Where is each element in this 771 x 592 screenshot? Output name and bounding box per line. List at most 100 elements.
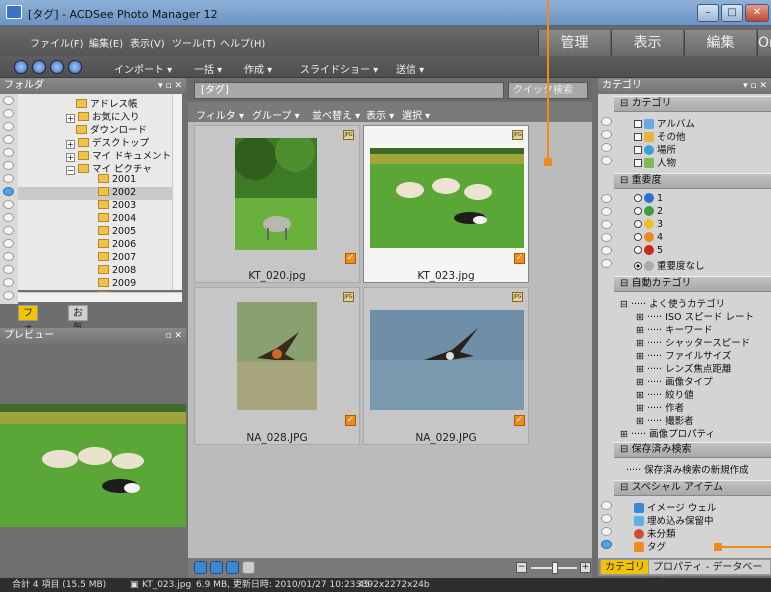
tab-categories[interactable]: カテゴリ	[600, 559, 650, 575]
tab-folders[interactable]: フォルダ	[18, 305, 38, 364]
tree-select-ring-active[interactable]	[3, 187, 14, 196]
auto-iso[interactable]: ⊞ ····· ISO スピード レート	[636, 309, 754, 323]
folder-horizontal-scrollbar[interactable]	[18, 292, 182, 302]
maximize-button[interactable]: □	[721, 4, 743, 22]
tree-select-ring[interactable]	[3, 174, 14, 183]
mode-tab-online[interactable]: Online	[757, 30, 771, 56]
rating-select-ring[interactable]	[601, 246, 612, 255]
tree-select-ring[interactable]	[3, 161, 14, 170]
category-album[interactable]: アルバム	[634, 116, 695, 130]
mode-tab-view[interactable]: 表示	[611, 30, 683, 56]
slideshow-button[interactable]: スライドショー ▾	[300, 61, 378, 76]
folder-panel-controls[interactable]: ▾ ▫ ✕	[158, 78, 182, 94]
tree-select-ring[interactable]	[3, 265, 14, 274]
tab-favorites[interactable]: お気に入り	[68, 305, 88, 379]
section-categories[interactable]: ⊟ カテゴリ	[614, 96, 771, 112]
tree-item-downloads[interactable]: ダウンロード	[76, 122, 147, 136]
rating-none[interactable]: 重要度なし	[634, 258, 705, 272]
import-button[interactable]: インポート ▾	[114, 61, 172, 76]
sort-menu[interactable]: 並べ替え ▾	[312, 107, 360, 122]
category-place[interactable]: 場所	[634, 142, 676, 156]
print-icon[interactable]	[242, 561, 255, 574]
group-menu[interactable]: グループ ▾	[252, 107, 300, 122]
send-button[interactable]: 送信 ▾	[396, 61, 424, 76]
forward-icon[interactable]	[50, 60, 64, 74]
zoom-out-button[interactable]: −	[516, 562, 527, 573]
tree-item-2008[interactable]: 2008	[98, 265, 136, 278]
tab-properties-database[interactable]: プロパティ - データベース	[648, 559, 771, 588]
auto-keyword[interactable]: ⊞ ····· キーワード	[636, 322, 713, 336]
category-select-ring[interactable]	[601, 143, 612, 152]
rating-select-ring[interactable]	[601, 233, 612, 242]
rating-select-ring[interactable]	[601, 194, 612, 203]
auto-frequent[interactable]: ⊟ ····· よく使うカテゴリ	[620, 296, 725, 310]
create-button[interactable]: 作成 ▾	[244, 61, 272, 76]
special-image-well[interactable]: イメージ ウェル	[634, 500, 716, 514]
tree-item-2001[interactable]: 2001	[98, 174, 136, 187]
thumbnail-item-selected[interactable]: JPG ✓ KT_023.jpg	[363, 125, 529, 283]
auto-aperture[interactable]: ⊞ ····· 絞り値	[636, 387, 694, 401]
category-panel-controls[interactable]: ▾ ▫ ✕	[743, 78, 767, 94]
rating-3[interactable]: 3	[634, 219, 663, 231]
special-tagged[interactable]: タグ	[634, 539, 666, 553]
tree-select-ring[interactable]	[3, 109, 14, 118]
home-icon[interactable]	[14, 60, 28, 74]
mode-tab-edit[interactable]: 編集	[684, 30, 756, 56]
rotate-right-icon[interactable]	[226, 561, 239, 574]
tree-item-2006[interactable]: 2006	[98, 239, 136, 252]
select-menu[interactable]: 選択 ▾	[402, 107, 430, 122]
auto-image-properties[interactable]: ⊞ ····· 画像プロパティ	[620, 426, 715, 440]
tree-item-my-pictures[interactable]: − マイ ピクチャ	[66, 161, 152, 175]
section-auto-categories[interactable]: ⊟ 自動カテゴリ	[614, 276, 771, 292]
zoom-slider-handle[interactable]	[552, 562, 558, 574]
auto-focal[interactable]: ⊞ ····· レンズ焦点距離	[636, 361, 731, 375]
special-select-ring[interactable]	[601, 514, 612, 523]
tree-select-ring[interactable]	[3, 122, 14, 131]
tree-item-2009[interactable]: 2009	[98, 278, 136, 291]
special-select-ring[interactable]	[601, 501, 612, 510]
tree-item-2003[interactable]: 2003	[98, 200, 136, 213]
tree-item-2002[interactable]: 2002	[18, 187, 172, 200]
tree-item-address-book[interactable]: アドレス帳	[76, 96, 138, 110]
view-menu[interactable]: 表示 ▾	[366, 107, 394, 122]
tree-item-my-documents[interactable]: + マイ ドキュメント	[66, 148, 171, 162]
section-saved-searches[interactable]: ⊟ 保存済み検索	[614, 442, 771, 458]
auto-photographer[interactable]: ⊞ ····· 撮影者	[636, 413, 694, 427]
tree-item-2007[interactable]: 2007	[98, 252, 136, 265]
category-select-ring[interactable]	[601, 156, 612, 165]
minimize-button[interactable]: –	[697, 4, 719, 22]
tree-item-2005[interactable]: 2005	[98, 226, 136, 239]
thumbnail-item[interactable]: JPG ✓ NA_029.JPG	[363, 287, 529, 445]
thumbnail-item[interactable]: JPG ✓ NA_028.JPG	[194, 287, 360, 445]
category-other[interactable]: その他	[634, 129, 686, 143]
preview-panel-controls[interactable]: ▫ ✕	[165, 328, 182, 344]
auto-image-type[interactable]: ⊞ ····· 画像タイプ	[636, 374, 713, 388]
rating-2[interactable]: 2	[634, 206, 663, 218]
close-button[interactable]: ✕	[745, 4, 769, 22]
special-select-ring-active[interactable]	[601, 540, 612, 549]
tag-checkbox[interactable]: ✓	[514, 253, 525, 264]
menu-file[interactable]: ファイル(F)	[30, 35, 84, 50]
view-mode-icon[interactable]	[194, 561, 207, 574]
tree-select-ring[interactable]	[3, 96, 14, 105]
tree-select-ring[interactable]	[3, 226, 14, 235]
rotate-left-icon[interactable]	[210, 561, 223, 574]
zoom-in-button[interactable]: +	[580, 562, 591, 573]
rating-select-ring[interactable]	[601, 259, 612, 268]
special-uncategorized[interactable]: 未分類	[634, 526, 676, 540]
special-select-ring[interactable]	[601, 527, 612, 536]
category-select-ring[interactable]	[601, 117, 612, 126]
rating-4[interactable]: 4	[634, 232, 663, 244]
menu-tools[interactable]: ツール(T)	[172, 35, 216, 50]
rating-5[interactable]: 5	[634, 245, 663, 257]
category-select-ring[interactable]	[601, 130, 612, 139]
section-rating[interactable]: ⊟ 重要度	[614, 173, 771, 189]
path-field[interactable]: [タグ]	[194, 82, 504, 99]
tag-checkbox[interactable]: ✓	[345, 253, 356, 264]
auto-shutter[interactable]: ⊞ ····· シャッタースピード	[636, 335, 750, 349]
back-icon[interactable]	[32, 60, 46, 74]
tree-item-2004[interactable]: 2004	[98, 213, 136, 226]
filter-menu[interactable]: フィルタ ▾	[196, 107, 244, 122]
folder-vertical-scrollbar[interactable]	[172, 94, 182, 290]
tree-select-ring[interactable]	[3, 148, 14, 157]
